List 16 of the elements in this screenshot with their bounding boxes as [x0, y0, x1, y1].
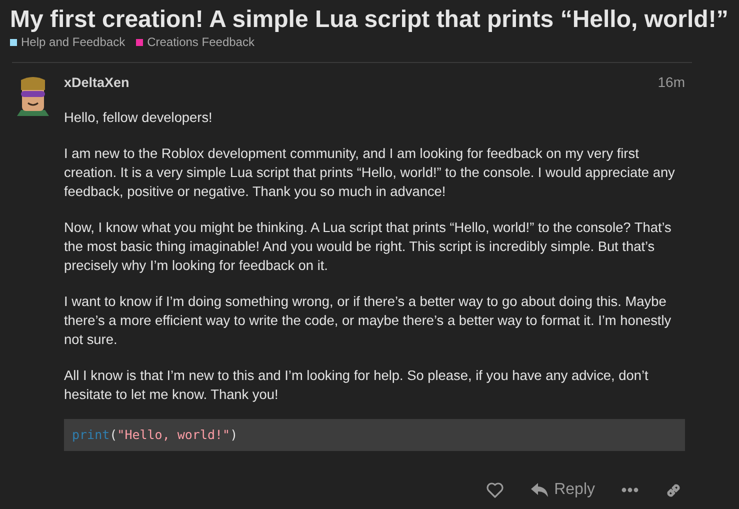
link-icon: [665, 482, 682, 498]
more-icon: [621, 487, 639, 493]
post-time[interactable]: 16m: [658, 74, 685, 90]
post-paragraph: All I know is that I’m new to this and I’m looking for help. So please, if you have any advice, don’t hesitate to let me know. Thank you!: [64, 367, 650, 404]
heart-icon: [486, 482, 504, 498]
reply-button[interactable]: Reply: [527, 479, 598, 501]
username-link[interactable]: xDeltaXen: [64, 74, 130, 90]
topic-title: My first creation! A simple Lua script that prints “Hello, world!”: [10, 6, 729, 34]
code-block: print("Hello, world!"): [64, 419, 685, 451]
reply-arrow-icon: [530, 482, 550, 498]
post-paragraph: I am new to the Roblox development community, and I am looking for feedback on my very first creation. It is a very simple Lua script that prints “Hello, world!” to the console. I would appreciate any feedback, positive or negative. Thank you so much in advance!: [64, 145, 676, 201]
post-paragraph: Hello, fellow developers!: [64, 109, 214, 127]
post-paragraph: Now, I know what you might be thinking. A Lua script that prints “Hello, world!” to the console? That’s the most basic thing imaginable! And you would be right. This script is incredibly simple. But that’s precisely why I’m looking for feedback on it.: [64, 219, 672, 275]
category-link[interactable]: Creations Feedback: [136, 35, 254, 49]
category-link[interactable]: Help and Feedback: [10, 35, 126, 49]
post-paragraph: I want to know if I’m doing something wrong, or if there’s a better way to go about doing this. Maybe there’s a more efficient way to write the code, or maybe there’s a better way to format it. I’m honestly not sure.: [64, 293, 672, 349]
